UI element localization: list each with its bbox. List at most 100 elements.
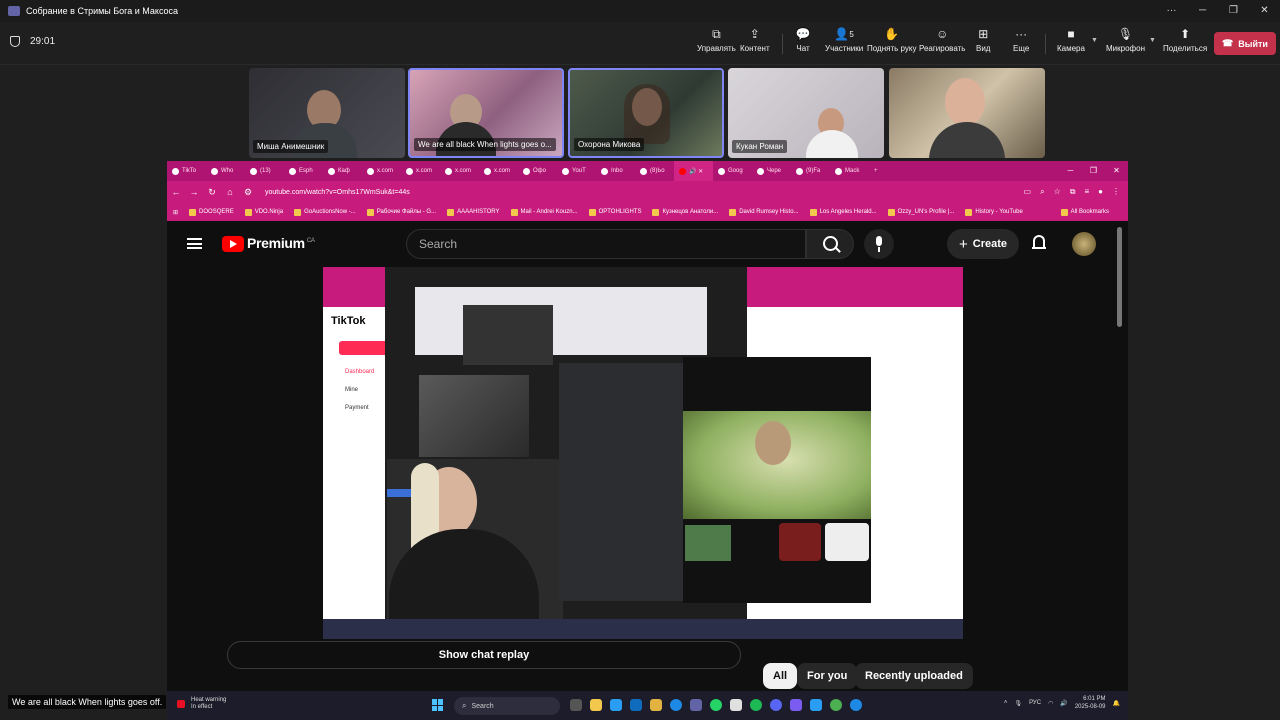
chip-all[interactable]: All: [763, 663, 798, 689]
chip-for-you[interactable]: For you: [797, 663, 858, 689]
browser-tab[interactable]: TikTo: [167, 161, 206, 181]
bookmark-item[interactable]: Los Angeles Herald...: [809, 208, 877, 216]
wifi-icon[interactable]: ◠: [1048, 700, 1053, 707]
bookmark-item[interactable]: OPTOHLIGHTS: [588, 208, 641, 216]
chip-recently-uploaded[interactable]: Recently uploaded: [855, 663, 973, 689]
content-button[interactable]: ⇪ Контент: [740, 27, 770, 53]
browser-tab[interactable]: Inbo: [596, 161, 635, 181]
notifications-icon[interactable]: 🔔: [1113, 700, 1120, 707]
browser-tab[interactable]: (13): [245, 161, 284, 181]
search-icon[interactable]: [806, 229, 854, 259]
bookmark-item[interactable]: David Rumsey Histo...: [729, 208, 799, 216]
browser-tab[interactable]: Who: [206, 161, 245, 181]
maps-icon[interactable]: [730, 699, 742, 711]
bookmark-item[interactable]: Рабочие Файлы - G...: [366, 208, 436, 216]
bookmark-star-icon[interactable]: ☆: [1054, 187, 1061, 197]
bookmark-item[interactable]: GoAuctionsNow -...: [294, 208, 356, 216]
clock[interactable]: 6:01 PM 2025-08-09: [1075, 695, 1106, 711]
media-icon[interactable]: ≡: [1084, 187, 1089, 197]
minimize-icon[interactable]: ─: [1187, 0, 1218, 22]
browser-tab[interactable]: x.com: [440, 161, 479, 181]
browser-tab[interactable]: Esph: [284, 161, 323, 181]
microphone-icon[interactable]: 🎙: [1014, 700, 1022, 707]
browser-tab[interactable]: Каф: [323, 161, 362, 181]
bookmark-item[interactable]: Кузнецов Анатоли...: [652, 208, 718, 216]
participant-tile[interactable]: Кукан Роман: [728, 68, 884, 158]
browser-tab[interactable]: Чере: [752, 161, 791, 181]
participants-button[interactable]: 👤 5 Участники: [825, 27, 863, 53]
browser-icon[interactable]: [810, 699, 822, 711]
site-info-icon[interactable]: ⚙: [239, 187, 257, 198]
share-button[interactable]: ⬆ Поделиться: [1163, 27, 1207, 53]
bookmark-item[interactable]: DOOSQERE: [189, 208, 234, 216]
scrollbar[interactable]: [1117, 227, 1122, 327]
chevron-up-icon[interactable]: ˄: [1004, 700, 1008, 706]
voice-search-icon[interactable]: [864, 229, 894, 259]
browser-tab-active[interactable]: 🔊 ✕: [674, 161, 713, 181]
browser-tab[interactable]: (9)Fa: [791, 161, 830, 181]
extensions-icon[interactable]: ⧉: [1070, 187, 1076, 197]
language-indicator[interactable]: РУС: [1029, 700, 1041, 706]
browser-tab[interactable]: YouT: [557, 161, 596, 181]
obs-icon[interactable]: [790, 699, 802, 711]
url-field[interactable]: youtube.com/watch?v=Omhs17WmSuk&t=44s: [265, 189, 410, 196]
browser-tab[interactable]: x.com: [362, 161, 401, 181]
volume-icon[interactable]: 🔊: [1060, 700, 1067, 707]
youtube-premium-logo[interactable]: Premium CA: [247, 235, 315, 251]
chrome-icon[interactable]: [830, 699, 842, 711]
browser-tab[interactable]: x.com: [479, 161, 518, 181]
camera-chevron-down-icon[interactable]: ▼: [1091, 37, 1098, 44]
taskbar-search[interactable]: ⌕ Search: [454, 697, 560, 715]
back-icon[interactable]: ←: [167, 187, 185, 197]
forward-icon[interactable]: →: [185, 187, 203, 197]
youtube-logo-icon[interactable]: [222, 236, 244, 252]
bookmark-item[interactable]: History - YouTube: [965, 208, 1023, 216]
minimize-icon[interactable]: ─: [1059, 161, 1082, 181]
avatar[interactable]: [1072, 232, 1096, 256]
cast-icon[interactable]: ▭: [1024, 187, 1032, 197]
browser-menu-icon[interactable]: ⋮: [1112, 187, 1120, 197]
settings-icon[interactable]: [610, 699, 622, 711]
react-button[interactable]: ☺ Реагировать: [919, 27, 965, 53]
bookmark-item[interactable]: VDO.Ninja: [244, 208, 283, 216]
browser-tab[interactable]: Goog: [713, 161, 752, 181]
close-icon[interactable]: ✕: [1249, 0, 1280, 22]
windows-start-icon[interactable]: [432, 699, 444, 711]
microphone-button[interactable]: 🎙 Микрофон: [1106, 27, 1145, 53]
microphone-chevron-down-icon[interactable]: ▼: [1149, 37, 1156, 44]
browser-tab[interactable]: x.com: [401, 161, 440, 181]
home-icon[interactable]: ⌂: [221, 187, 239, 197]
participant-tile[interactable]: Миша Анимешник: [249, 68, 405, 158]
file-explorer-icon[interactable]: [590, 699, 602, 711]
more-button[interactable]: ··· Еще: [1013, 27, 1029, 53]
apps-grid-icon[interactable]: ⊞: [173, 209, 178, 216]
more-options-icon[interactable]: ···: [1156, 0, 1187, 22]
zoom-icon[interactable]: ⌕: [1040, 187, 1044, 197]
create-button[interactable]: + Create: [947, 229, 1019, 259]
browser-tab[interactable]: Mack: [830, 161, 869, 181]
show-chat-replay-button[interactable]: Show chat replay: [227, 641, 741, 669]
participant-tile-active[interactable]: We are all black When lights goes o...: [408, 68, 564, 158]
outlook-icon[interactable]: [630, 699, 642, 711]
camera-button[interactable]: ■ Камера: [1057, 27, 1085, 53]
close-icon[interactable]: ✕: [1105, 161, 1128, 181]
task-view-icon[interactable]: [570, 699, 582, 711]
discord-icon[interactable]: [770, 699, 782, 711]
browser-tab[interactable]: (8)Ьо: [635, 161, 674, 181]
video-player[interactable]: TikTok Dashboard Mine Payment: [323, 267, 963, 639]
spotify-icon[interactable]: [750, 699, 762, 711]
edge-icon[interactable]: [670, 699, 682, 711]
app-icon[interactable]: [650, 699, 662, 711]
raise-hand-button[interactable]: ✋ Поднять руку: [867, 27, 916, 53]
chat-button[interactable]: 💬 Чат: [796, 27, 811, 53]
participant-tile[interactable]: [889, 68, 1045, 158]
teams-icon[interactable]: [690, 699, 702, 711]
menu-icon[interactable]: [187, 238, 202, 249]
bookmark-item[interactable]: Mail - Andrei Kouzn...: [510, 208, 578, 216]
participant-tile-active[interactable]: Охорона Микова: [568, 68, 724, 158]
reload-icon[interactable]: ↻: [203, 187, 221, 198]
chrome-icon[interactable]: [850, 699, 862, 711]
maximize-icon[interactable]: ❐: [1218, 0, 1249, 22]
view-button[interactable]: ⊞ Вид: [976, 27, 990, 53]
control-button[interactable]: ⧉ Управлять: [697, 27, 736, 54]
